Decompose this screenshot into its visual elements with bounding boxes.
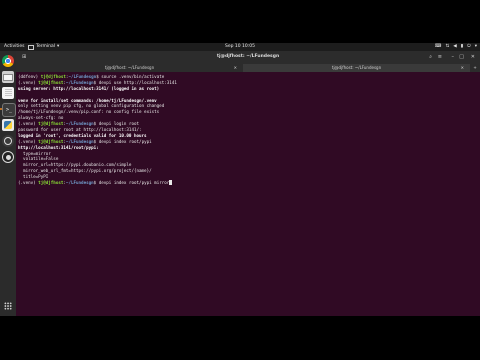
files-icon[interactable] — [2, 71, 14, 83]
activities-button[interactable]: Activities — [4, 43, 25, 51]
venv-indicator: (.venv) — [18, 79, 39, 85]
command-text: source .venv/bin/activate — [98, 74, 165, 79]
output-text: mirror_url=https://pypi.doubanio.com/sim… — [18, 162, 132, 168]
tab-label: tj@djfhost: ~/LFundesgn — [104, 65, 155, 70]
tab-1[interactable]: tj@djfhost: ~/LFundesgn ✕ — [16, 64, 243, 72]
prompt-user-host: tj@djfhost — [40, 74, 66, 79]
output-text: venv for install/set commands: /home/tj/… — [18, 97, 157, 103]
prompt-user-host: tj@djfhost — [38, 79, 64, 85]
window-title: tj@djfhost: ~/LFundesgn — [216, 54, 280, 59]
menu-arrow-icon[interactable]: ▾ — [475, 43, 477, 51]
terminal-icon[interactable]: >_ — [2, 103, 16, 117]
maximize-icon[interactable]: □ — [459, 54, 464, 60]
hamburger-menu-icon[interactable]: ≡ — [438, 54, 442, 60]
prompt-user-host: tj@djfhost — [38, 138, 64, 144]
output-text: logged in 'root', credentials valid for … — [18, 132, 147, 138]
output-text: type=mirror — [18, 150, 51, 156]
prompt-path: ~/LFundesgn — [65, 121, 94, 127]
command-text: devpi login root — [96, 121, 140, 127]
prompt-path: ~/LFundesgn — [68, 74, 97, 79]
output-text: password for user root at http://localho… — [18, 127, 142, 133]
output-text: only setting venv pip cfg, no global con… — [18, 103, 165, 109]
venv-indicator: (.venv) — [18, 180, 39, 186]
prompt-path: ~/LFundesgn — [65, 180, 94, 186]
command-text: devpi use http://localhost:3141 — [96, 79, 177, 85]
network-icon[interactable]: ⇅ — [445, 43, 449, 51]
output-text: mirror_web_url_fmt=https://pypi.org/proj… — [18, 168, 152, 174]
show-applications-icon[interactable] — [4, 302, 12, 310]
close-icon[interactable]: ✕ — [471, 54, 475, 60]
text-editor-icon[interactable] — [2, 87, 14, 99]
volume-icon[interactable]: ◀ — [453, 43, 456, 51]
text-cursor — [169, 180, 172, 186]
venv-indicator: (.venv) — [18, 121, 39, 127]
tab-bar: tj@djfhost: ~/LFundesgn ✕ tj@djfhost: ~/… — [16, 64, 480, 72]
settings-icon[interactable] — [2, 135, 14, 147]
clock[interactable]: Sep 10 10:05 — [0, 43, 480, 51]
top-panel: Activities Terminal ▾ Sep 10 10:05 ⌨ ⇅ ◀… — [0, 43, 480, 51]
prompt-user-host: tj@djfhost — [38, 121, 64, 127]
prompt-path: ~/LFundesgn — [65, 79, 94, 85]
letterbox-top — [0, 0, 480, 43]
app-menu[interactable]: Terminal ▾ — [28, 43, 59, 51]
output-text: http://localhost:3141/root/pypi: — [18, 144, 99, 150]
power-icon[interactable]: ⏻ — [467, 43, 471, 51]
output-text: volatile=False — [18, 156, 59, 162]
python-icon[interactable] — [2, 119, 14, 131]
dock: >_ — [0, 51, 16, 316]
add-tab-icon[interactable]: + — [470, 64, 480, 72]
terminal-line: (.venv) tj@djfhost:~/LFundesgn$ devpi in… — [18, 180, 478, 186]
minimize-icon[interactable]: – — [452, 54, 455, 60]
tab-2[interactable]: tj@djfhost: ~/LFundesgn ✕ — [243, 64, 470, 72]
screen: Activities Terminal ▾ Sep 10 10:05 ⌨ ⇅ ◀… — [0, 0, 480, 360]
output-text: /home/tj/LFundesgn/.venv/pip.conf: no co… — [18, 109, 160, 115]
command-text: devpi index root/pypi — [96, 138, 152, 144]
tab-label: tj@djfhost: ~/LFundesgn — [331, 65, 382, 70]
tab-close-icon[interactable]: ✕ — [234, 64, 237, 72]
output-text: title=PyPI — [18, 174, 49, 180]
output-text: using server: http://localhost:3141/ (lo… — [18, 85, 160, 91]
search-icon[interactable]: ⌕ — [429, 54, 432, 60]
prompt-user-host: tj@djfhost — [38, 180, 64, 186]
obs-icon[interactable] — [2, 151, 14, 163]
chrome-icon[interactable] — [2, 55, 14, 67]
keyboard-icon[interactable]: ⌨ — [435, 43, 442, 51]
app-menu-label: Terminal — [36, 44, 56, 49]
venv-indicator: (.venv) — [18, 138, 39, 144]
venv-indicator: (ddfenv) — [18, 74, 41, 79]
terminal-output[interactable]: (ddfenv) tj@djfhost:~/LFundesgn$ source … — [18, 74, 478, 314]
letterbox-bottom — [0, 316, 480, 360]
battery-icon[interactable]: ▮ — [461, 43, 463, 51]
terminal-app-icon — [28, 44, 34, 50]
window-titlebar[interactable]: ⊞ tj@djfhost: ~/LFundesgn ⌕ ≡ – □ ✕ — [16, 51, 480, 64]
prompt-path: ~/LFundesgn — [65, 138, 94, 144]
chevron-down-icon: ▾ — [57, 44, 60, 49]
output-text: always-set-cfg: no — [18, 115, 64, 121]
command-text: devpi index root/pypi mirror — [96, 180, 170, 186]
tab-close-icon[interactable]: ✕ — [461, 64, 464, 72]
terminal-window: ⊞ tj@djfhost: ~/LFundesgn ⌕ ≡ – □ ✕ tj@d… — [16, 51, 480, 316]
system-tray[interactable]: ⌨ ⇅ ◀ ▮ ⏻ ▾ — [435, 43, 477, 51]
